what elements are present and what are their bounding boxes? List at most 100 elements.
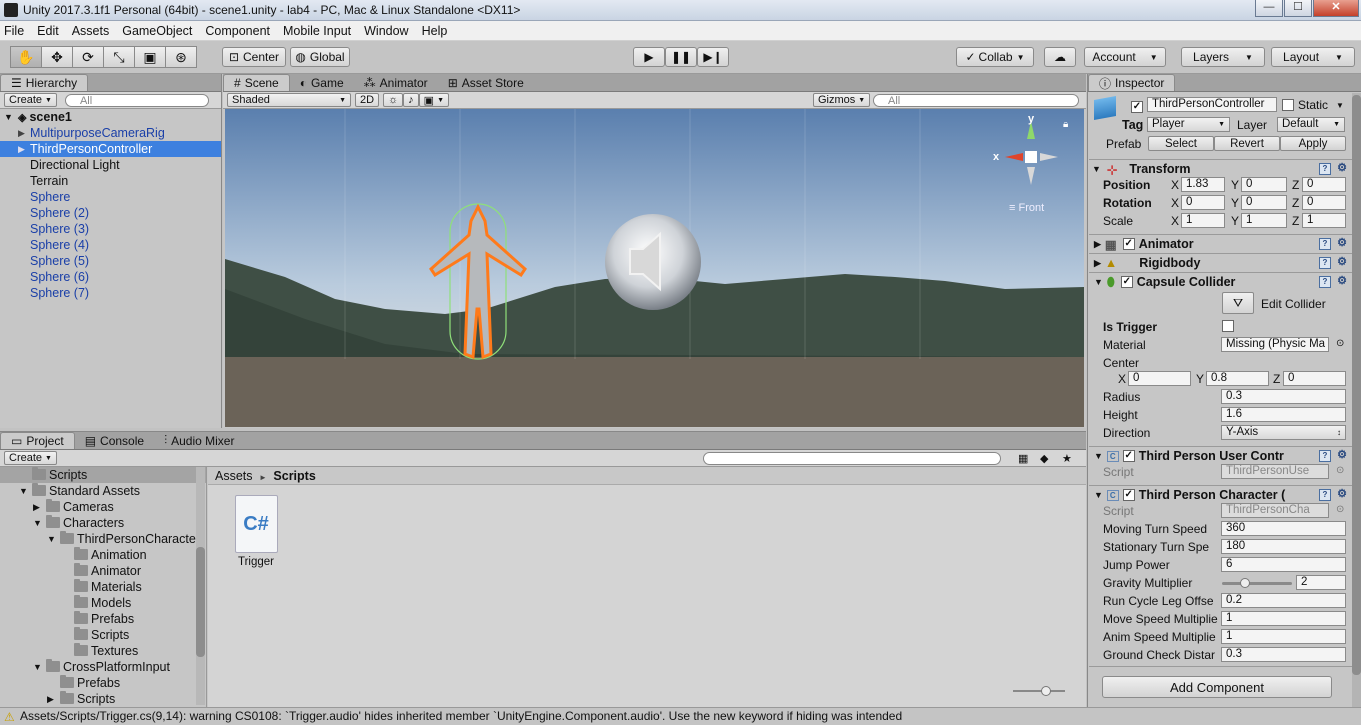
breadcrumb-root[interactable]: Assets (215, 469, 253, 483)
tag-dropdown[interactable]: Player ▼ (1147, 117, 1230, 132)
step-button[interactable]: ▶❙ (697, 47, 729, 67)
layout-dropdown[interactable]: Layout ▼ (1271, 47, 1355, 67)
minimize-button[interactable]: — (1255, 0, 1283, 17)
close-button[interactable]: ✕ (1313, 0, 1359, 17)
play-button[interactable]: ▶ (633, 47, 665, 67)
hierarchy-item-selected[interactable]: ▶ ThirdPersonController (0, 141, 221, 157)
slider-handle[interactable] (1240, 578, 1250, 588)
radius-field[interactable]: 0.3 (1221, 389, 1346, 404)
capsule-collider-header[interactable]: ▼ ⬮ ✓ Capsule Collider ? ⚙ (1089, 272, 1352, 291)
tree-item[interactable]: Textures (0, 643, 206, 659)
gizmos-dropdown[interactable]: Gizmos ▼ (813, 93, 871, 107)
add-component-button[interactable]: Add Component (1102, 676, 1332, 698)
layer-dropdown[interactable]: Default ▼ (1277, 117, 1345, 132)
hierarchy-item[interactable]: Directional Light (0, 157, 221, 173)
scale-z-field[interactable]: 1 (1302, 213, 1346, 228)
pivot-center-button[interactable]: ⊡ Center (222, 47, 286, 67)
tree-item[interactable]: ▼ ThirdPersonCharacter (0, 531, 206, 547)
help-book-icon[interactable]: ? (1319, 257, 1331, 269)
move-tool-icon[interactable]: ✥ (41, 46, 73, 68)
hierarchy-create-dropdown[interactable]: Create ▼ (4, 93, 57, 107)
prefab-select-button[interactable]: Select (1148, 136, 1214, 151)
direction-dropdown[interactable]: Y-Axis ↕ (1221, 425, 1346, 440)
animator-enabled-checkbox[interactable]: ✓ (1122, 238, 1135, 250)
tab-scene[interactable]: # Scene (223, 74, 290, 91)
audio-toggle[interactable]: ♪ (403, 93, 419, 107)
scale-y-field[interactable]: 1 (1241, 213, 1287, 228)
tree-item[interactable]: Prefabs (0, 611, 206, 627)
filter-label-icon[interactable]: ◆ (1040, 452, 1048, 465)
material-field[interactable]: Missing (Physic Ma (1221, 337, 1329, 352)
collapse-arrow-icon[interactable]: ▼ (1094, 451, 1103, 461)
tab-audio-mixer[interactable]: ⫶ Audio Mixer (154, 432, 244, 449)
rotation-x-field[interactable]: 0 (1181, 195, 1225, 210)
project-search-input[interactable] (703, 451, 1001, 465)
expand-arrow-icon[interactable]: ▼ (4, 109, 13, 125)
gravity-multiplier-slider[interactable] (1222, 578, 1292, 588)
hierarchy-item[interactable]: Sphere (3) (0, 221, 221, 237)
inspector-scrollbar-thumb[interactable] (1352, 95, 1361, 675)
lock-icon[interactable]: 🔒︎ (1063, 119, 1068, 130)
jump-power-field[interactable]: 6 (1221, 557, 1346, 572)
scale-x-field[interactable]: 1 (1181, 213, 1225, 228)
maximize-button[interactable]: ☐ (1284, 0, 1312, 17)
toggle-2d-button[interactable]: 2D (355, 93, 380, 107)
breadcrumb-current[interactable]: Scripts (273, 469, 315, 483)
menu-component[interactable]: Component (205, 24, 270, 38)
is-trigger-checkbox[interactable] (1222, 320, 1234, 335)
expand-arrow-icon[interactable]: ▼ (33, 659, 42, 675)
tab-game[interactable]: ◐ Game (290, 74, 354, 91)
gravity-multiplier-field[interactable]: 2 (1296, 575, 1346, 590)
expand-arrow-icon[interactable]: ▶ (18, 125, 25, 141)
menu-gameobject[interactable]: GameObject (122, 24, 192, 38)
icon-size-slider[interactable] (1013, 686, 1065, 696)
shading-dropdown[interactable]: Shaded ▼ (227, 93, 351, 107)
expand-arrow-icon[interactable]: ▼ (19, 483, 28, 499)
inspector-scrollbar[interactable] (1352, 93, 1361, 707)
edit-collider-button[interactable]: ⛛ (1222, 292, 1254, 314)
hierarchy-search-input[interactable]: All (64, 93, 209, 107)
expand-arrow-icon[interactable]: ▶ (33, 499, 40, 515)
prefab-revert-button[interactable]: Revert (1214, 136, 1280, 151)
help-book-icon[interactable]: ? (1319, 276, 1331, 288)
menu-mobile-input[interactable]: Mobile Input (283, 24, 351, 38)
menu-help[interactable]: Help (422, 24, 448, 38)
rotation-y-field[interactable]: 0 (1241, 195, 1287, 210)
transform-tool-icon[interactable]: ⊛ (165, 46, 197, 68)
gear-icon[interactable]: ⚙ (1336, 450, 1348, 462)
collapse-arrow-icon[interactable]: ▼ (1094, 490, 1103, 500)
tree-scrollbar-thumb[interactable] (196, 547, 205, 657)
rigidbody-component-header[interactable]: ▶ ▲ Rigidbody ? ⚙ (1089, 253, 1352, 272)
menu-edit[interactable]: Edit (37, 24, 59, 38)
tree-item[interactable]: ▶ Cameras (0, 499, 206, 515)
gear-icon[interactable]: ⚙ (1336, 163, 1348, 175)
tree-item[interactable]: Models (0, 595, 206, 611)
expand-arrow-icon[interactable]: ▶ (18, 141, 25, 157)
rotate-tool-icon[interactable]: ⟳ (72, 46, 104, 68)
gear-icon[interactable]: ⚙ (1336, 489, 1348, 501)
animator-component-header[interactable]: ▶ ▦ ✓ Animator ? ⚙ (1089, 234, 1352, 253)
expand-arrow-icon[interactable]: ▼ (47, 531, 56, 547)
account-dropdown[interactable]: Account ▼ (1084, 47, 1166, 67)
tree-item[interactable]: ▶ Scripts (0, 691, 206, 707)
moving-turn-speed-field[interactable]: 360 (1221, 521, 1346, 536)
hierarchy-item[interactable]: Terrain (0, 173, 221, 189)
hierarchy-item[interactable]: Sphere (5) (0, 253, 221, 269)
tab-animator[interactable]: ⁂ Animator (354, 74, 438, 91)
tree-item[interactable]: ▼ CrossPlatformInput (0, 659, 206, 675)
hierarchy-item[interactable]: Sphere (6) (0, 269, 221, 285)
expand-arrow-icon[interactable]: ▶ (1094, 239, 1101, 250)
collapse-arrow-icon[interactable]: ▼ (1092, 164, 1101, 174)
scene-search-input[interactable]: All (873, 93, 1079, 107)
gear-icon[interactable]: ⚙ (1336, 238, 1348, 250)
favorite-star-icon[interactable]: ★ (1062, 452, 1072, 465)
filter-type-icon[interactable]: ▦ (1018, 452, 1028, 465)
move-speed-multiplier-field[interactable]: 1 (1221, 611, 1346, 626)
tree-item[interactable]: ▼ Characters (0, 515, 206, 531)
expand-arrow-icon[interactable]: ▶ (47, 691, 54, 707)
anim-speed-multiplier-field[interactable]: 1 (1221, 629, 1346, 644)
position-y-field[interactable]: 0 (1241, 177, 1287, 192)
capsule-enabled-checkbox[interactable]: ✓ (1120, 276, 1133, 288)
user-control-component-header[interactable]: ▼ C ✓ Third Person User Contr ? ⚙ (1089, 446, 1352, 465)
layers-dropdown[interactable]: Layers ▼ (1181, 47, 1265, 67)
